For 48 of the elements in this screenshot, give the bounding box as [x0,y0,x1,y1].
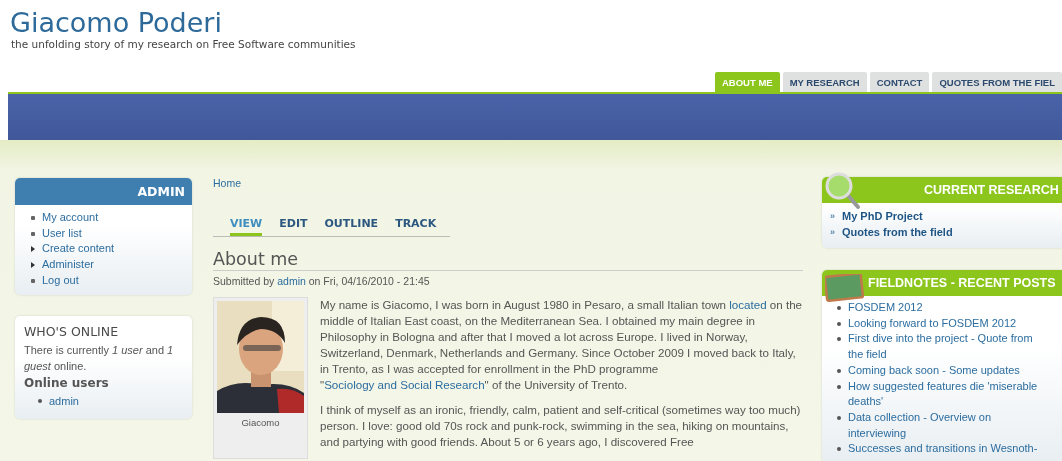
arrow-icon: » [830,208,835,224]
research-link[interactable]: Quotes from the field [842,224,953,240]
body-paragraph: My name is Giacomo, I was born in August 1980 in Pesaro, a small Italian town located on the middle of Italian East coast, on the Mediterranean Sea. I obtained my main degree in Philosophy in Bologna and after that I moved a lot across Europe. I lived in Norway, Switzerland, Denmark, Netherlands and Germany. Since October 2009 I moved back to Italy, in Trento, as I was accepted for enrollment in the PhD programme "Sociology and Social Research" of the University of Trento. [320,297,803,393]
online-users-heading: Online users [24,375,110,390]
post-link[interactable]: Looking forward to FOSDEM 2012 [848,315,1038,332]
nav-tab[interactable]: CONTACT [869,72,930,92]
site-title[interactable]: Giacomo Poderi [10,8,222,38]
user-link[interactable]: admin [49,393,79,410]
menu-link[interactable]: Administer [42,257,94,273]
post-link[interactable]: Successes and transitions in Wesnoth- [848,441,1038,458]
inline-link[interactable]: located [729,298,767,311]
post-link[interactable]: Coming back soon - Some updates [848,362,1038,379]
post-link[interactable]: First dive into the project - Quote from the field [848,331,1038,363]
bullet-icon [837,321,841,326]
tagline-text: the unfolding story of my research on Free Software communities [11,38,356,50]
bullet-icon [837,447,841,452]
body-paragraph: I think of myself as an ironic, friendly, calm, patient and self-critical (sometimes way too much) person. I love: good old 70s rock and punk-rock, swimming in the sea, hiking on mountains, and partying with good friends. About 5 or 6 years ago, I discovered Free [320,402,802,450]
nav-tab[interactable]: MY RESEARCH [782,72,867,92]
menu-link[interactable]: User list [42,225,82,242]
post-link[interactable]: Data collection - Overview on interviewing [848,409,1038,442]
bullet-icon [38,399,42,404]
bullet-icon [837,368,841,373]
arrow-icon: » [830,224,835,240]
node-tab[interactable]: TRACK [395,217,437,236]
inline-link[interactable]: Sociology and Social Research [324,378,485,391]
block-title: ADMIN [15,178,192,205]
inline-link[interactable]: admin [277,275,306,287]
bullet-icon [837,415,841,420]
post-link[interactable]: How suggested features die 'miserable deaths' [848,378,1038,410]
bullet-icon [837,384,841,389]
chalkboard-icon [825,274,865,302]
research-link[interactable]: My PhD Project [842,208,923,224]
menu-link[interactable]: Log out [42,272,79,289]
nav-tab[interactable]: QUOTES FROM THE FIEL [932,72,1062,92]
bullet-icon [837,306,841,310]
node-tab[interactable]: VIEW [230,217,263,236]
node-tab[interactable]: EDIT [279,217,308,236]
online-text: There is currently 1 user and 1 guest online. [24,342,175,374]
photo-caption: Giacomo [240,416,281,430]
page-title: About me [213,249,803,271]
menu-link[interactable]: Create content [42,241,115,258]
post-link[interactable]: FOSDEM 2012 [848,300,1038,316]
menu-link[interactable]: My account [42,210,99,226]
submitted-line: Submitted by admin on Fri, 04/16/2010 - 21:45 [213,275,431,287]
breadcrumb-link[interactable]: Home [213,177,241,189]
block-title: WHO'S ONLINE [24,323,120,339]
bullet-icon [837,337,841,342]
node-tab[interactable]: OUTLINE [324,217,379,236]
